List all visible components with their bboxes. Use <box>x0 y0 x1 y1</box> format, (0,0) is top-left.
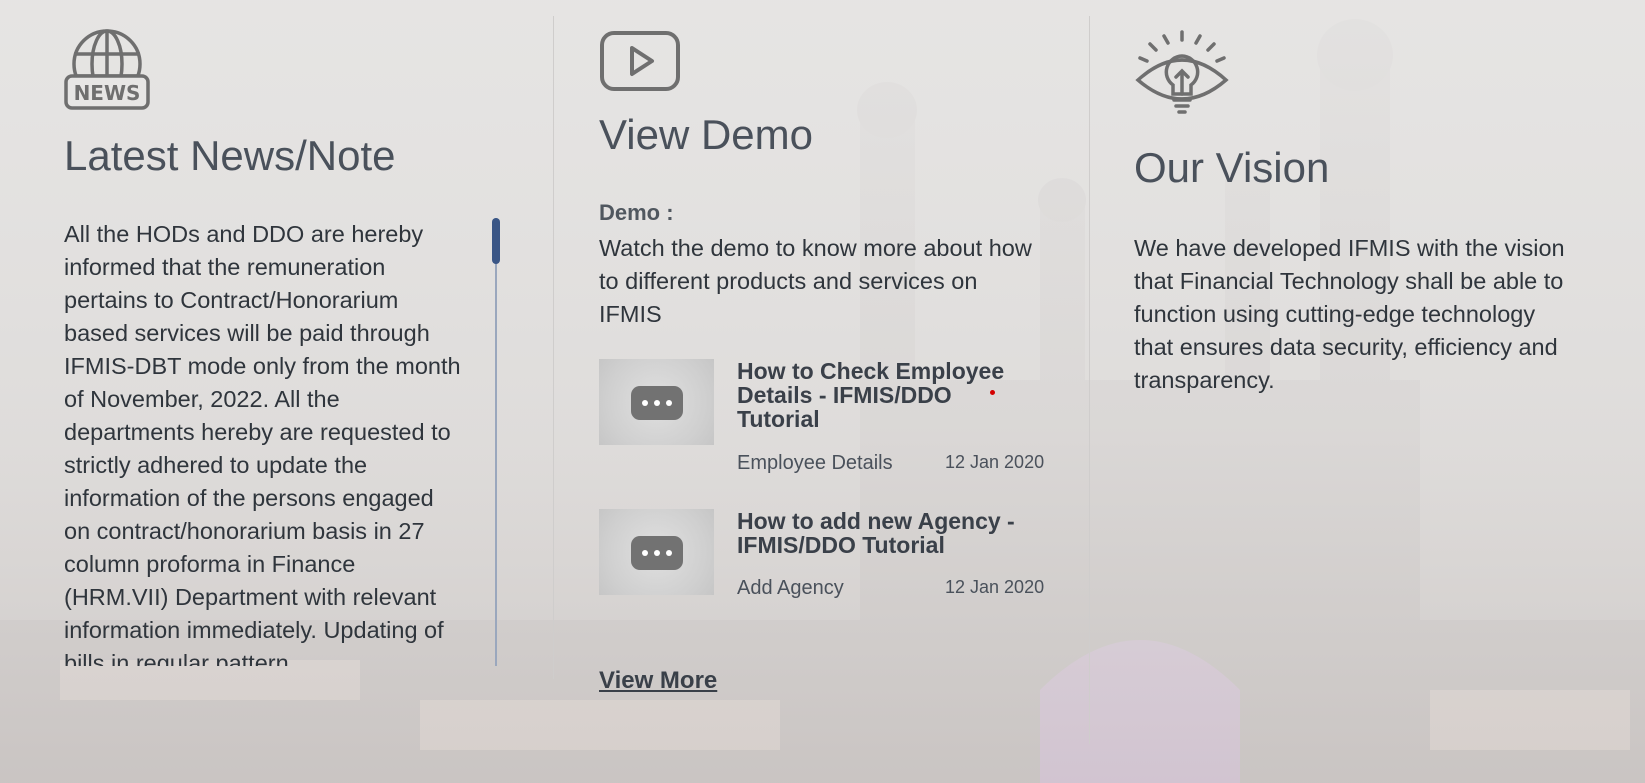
view-more-link[interactable]: View More <box>599 667 717 695</box>
news-scrollbar-track[interactable] <box>495 218 497 666</box>
video-title[interactable]: How to Check Employee Details - IFMIS/DD… <box>737 359 1037 431</box>
video-thumbnail[interactable] <box>599 359 714 445</box>
chat-bubble-icon <box>631 386 683 420</box>
video-thumbnail[interactable] <box>599 509 714 595</box>
video-date: 12 Jan 2020 <box>945 452 1045 472</box>
eye-lightbulb-icon <box>1134 30 1230 126</box>
news-scroll-area[interactable]: All the HODs and DDO are hereby informed… <box>64 218 464 666</box>
news-body: All the HODs and DDO are hereby informed… <box>64 221 461 666</box>
video-title[interactable]: How to add new Agency - IFMIS/DDO Tutori… <box>737 509 1037 557</box>
column-divider <box>1089 16 1090 744</box>
red-dot-marker <box>990 390 995 395</box>
video-category: Employee Details <box>737 452 893 474</box>
demo-description: Watch the demo to know more about how to… <box>599 235 1032 327</box>
video-category: Add Agency <box>737 577 844 599</box>
demo-title: View Demo <box>599 111 813 158</box>
video-date: 12 Jan 2020 <box>945 577 1045 597</box>
news-icon-label: NEWS <box>74 81 141 105</box>
demo-heading: Demo : <box>599 200 674 225</box>
news-title: Latest News/Note <box>64 132 396 179</box>
vision-title: Our Vision <box>1134 144 1330 191</box>
vision-body: We have developed IFMIS with the vision … <box>1134 235 1565 393</box>
play-video-icon <box>599 30 681 92</box>
news-globe-icon: NEWS <box>64 28 150 114</box>
chat-bubble-icon <box>631 536 683 570</box>
column-divider <box>553 16 554 679</box>
news-scrollbar-thumb[interactable] <box>492 218 500 264</box>
